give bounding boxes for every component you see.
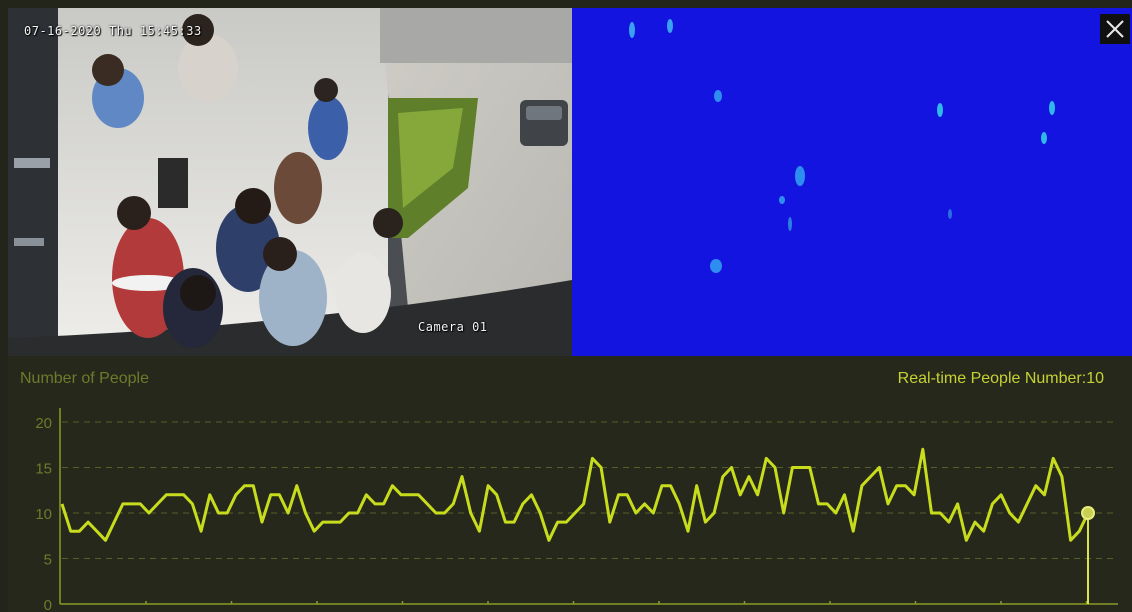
chart-title: Number of People	[20, 370, 149, 387]
chart-grid	[62, 421, 1118, 559]
thermal-heatmap-view[interactable]	[572, 8, 1132, 356]
y-tick-label: 20	[35, 415, 52, 432]
thermal-blobs	[629, 19, 1055, 273]
y-tick-label: 0	[44, 597, 52, 612]
video-frame-image	[8, 8, 572, 356]
video-timestamp: 07-16-2020 Thu 15:45:33	[24, 24, 202, 38]
y-tick-label: 15	[35, 461, 52, 478]
y-axis-ticks: 0 5 10 15 20	[35, 415, 52, 612]
close-icon	[1106, 20, 1124, 38]
realtime-people-number: Real-time People Number:10	[897, 370, 1104, 387]
y-tick-label: 10	[35, 506, 52, 523]
series-line	[60, 447, 1090, 542]
current-value-marker[interactable]	[1081, 506, 1095, 520]
y-tick-label: 5	[44, 552, 52, 569]
chart-canvas: 0 5 10 15 20	[35, 408, 1118, 612]
people-count-chart: 0 5 10 15 20 Number of People Real-time Peop…	[8, 356, 1132, 612]
close-button[interactable]	[1100, 14, 1130, 44]
camera-video-feed[interactable]: 07-16-2020 Thu 15:45:33 Camera 01	[8, 8, 572, 356]
people-counting-window: 07-16-2020 Thu 15:45:33 Camera 01 0 5 10…	[0, 0, 1132, 612]
camera-label: Camera 01	[418, 320, 488, 334]
